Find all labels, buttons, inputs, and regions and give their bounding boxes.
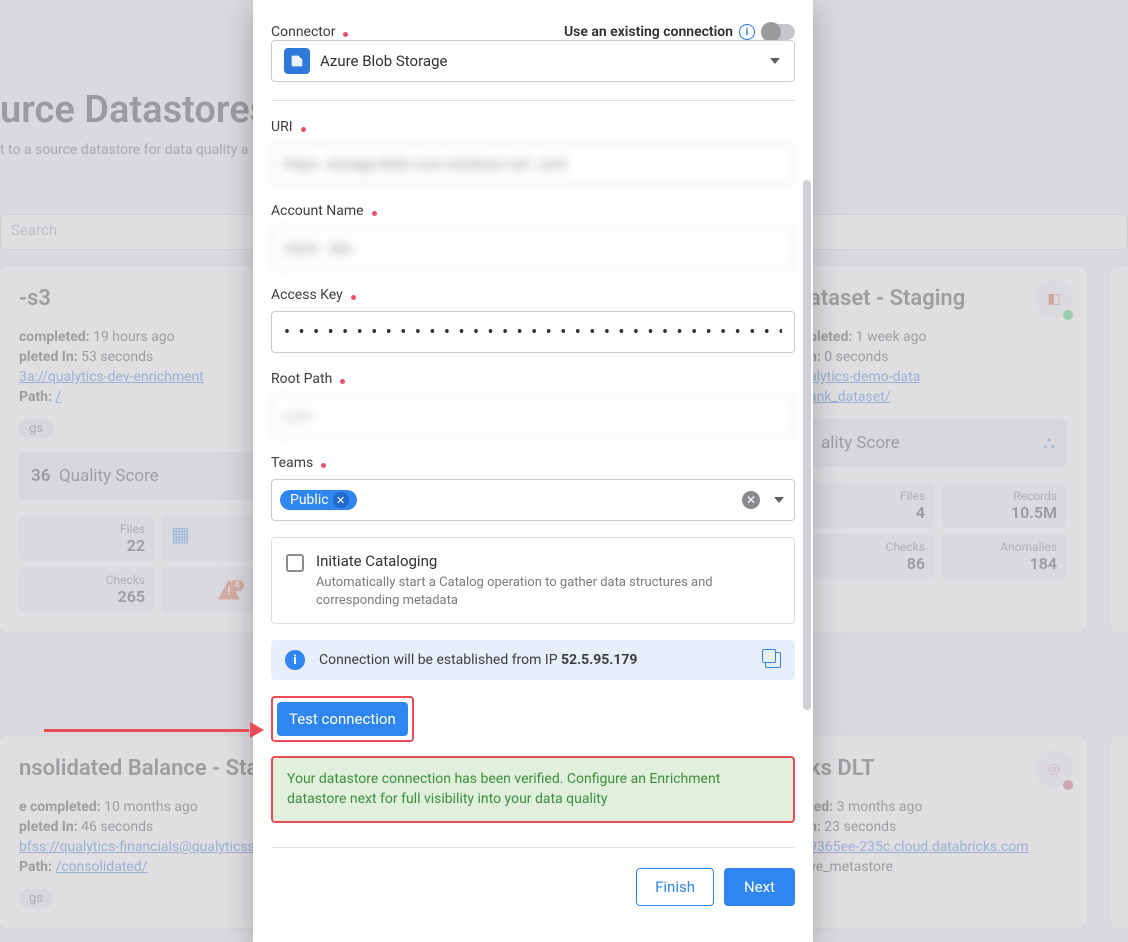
uri-label: URI bbox=[271, 119, 293, 135]
copy-icon[interactable] bbox=[765, 652, 781, 668]
ip-value: 52.5.95.179 bbox=[561, 652, 637, 668]
access-key-input[interactable] bbox=[271, 311, 795, 353]
remove-chip-icon[interactable]: ✕ bbox=[333, 492, 349, 508]
catalog-title: Initiate Cataloging bbox=[316, 552, 780, 570]
connection-success-message: Your datastore connection has been verif… bbox=[271, 756, 795, 823]
connector-label: Connector bbox=[271, 24, 335, 40]
add-datastore-modal: Connector Use an existing connection i A… bbox=[253, 0, 813, 942]
azure-blob-icon bbox=[284, 48, 310, 74]
catalog-description: Automatically start a Catalog operation … bbox=[316, 574, 780, 609]
finish-button[interactable]: Finish bbox=[636, 868, 714, 906]
existing-connection-toggle[interactable] bbox=[761, 24, 795, 40]
ip-prefix: Connection will be established from IP bbox=[319, 652, 561, 668]
team-chip-public[interactable]: Public ✕ bbox=[280, 490, 357, 510]
existing-connection-label: Use an existing connection bbox=[564, 24, 733, 40]
ip-info-bar: i Connection will be established from IP… bbox=[271, 640, 795, 680]
scrollbar[interactable] bbox=[803, 180, 811, 710]
initiate-cataloging-option[interactable]: Initiate Cataloging Automatically start … bbox=[271, 537, 795, 624]
access-key-label: Access Key bbox=[271, 287, 343, 303]
info-icon[interactable]: i bbox=[739, 24, 755, 40]
account-name-input[interactable] bbox=[271, 227, 795, 269]
chevron-down-icon bbox=[770, 58, 780, 64]
uri-input[interactable] bbox=[271, 143, 795, 185]
test-connection-highlight: Test connection bbox=[271, 696, 414, 742]
connector-select[interactable]: Azure Blob Storage bbox=[271, 40, 795, 82]
clear-teams-icon[interactable]: ✕ bbox=[742, 491, 760, 509]
next-button[interactable]: Next bbox=[724, 868, 795, 906]
catalog-checkbox[interactable] bbox=[286, 554, 304, 572]
connector-value: Azure Blob Storage bbox=[320, 52, 447, 70]
required-indicator bbox=[343, 32, 348, 37]
chevron-down-icon bbox=[774, 497, 784, 503]
root-path-label: Root Path bbox=[271, 371, 332, 387]
info-icon: i bbox=[285, 650, 305, 670]
root-path-input[interactable] bbox=[271, 395, 795, 437]
account-name-label: Account Name bbox=[271, 203, 364, 219]
teams-select[interactable]: Public ✕ ✕ bbox=[271, 479, 795, 521]
test-connection-button[interactable]: Test connection bbox=[277, 702, 408, 736]
teams-label: Teams bbox=[271, 455, 313, 471]
